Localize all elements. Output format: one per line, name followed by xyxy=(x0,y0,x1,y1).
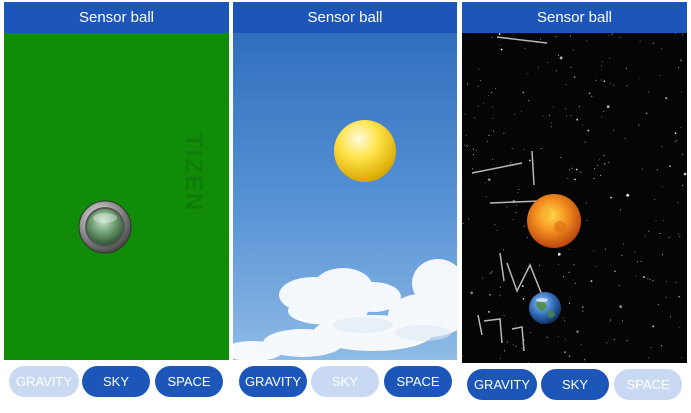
tizen-watermark: TIZEN xyxy=(180,133,207,213)
space-scene xyxy=(462,33,687,363)
app-title: Sensor ball xyxy=(78,9,155,26)
sky-scene xyxy=(233,33,457,360)
tab-space[interactable]: SPACE xyxy=(614,369,682,400)
earth-ball xyxy=(529,292,561,324)
panel-sky: Sensor ball GRAVITY SKY SPACE xyxy=(233,0,457,413)
panel-space: Sensor ball GRAVITY SKY SPACE xyxy=(462,0,687,413)
title-bar: Sensor ball xyxy=(233,2,457,33)
tab-gravity[interactable]: GRAVITY xyxy=(9,366,79,397)
app-title: Sensor ball xyxy=(307,9,383,26)
gravity-scene: TIZEN xyxy=(4,33,229,360)
sun-ball[interactable] xyxy=(526,193,582,249)
tab-sky[interactable]: SKY xyxy=(541,369,609,400)
app-title: Sensor ball xyxy=(536,9,613,26)
yellow-ball[interactable] xyxy=(333,119,397,183)
tab-space[interactable]: SPACE xyxy=(384,366,452,397)
tab-sky[interactable]: SKY xyxy=(82,366,150,397)
tab-gravity[interactable]: GRAVITY xyxy=(467,369,537,400)
metal-button-ball[interactable] xyxy=(78,200,132,254)
panel-gravity: Sensor ball TIZEN GRAVITY SKY SPACE xyxy=(4,0,229,413)
tab-gravity[interactable]: GRAVITY xyxy=(239,366,307,397)
clouds xyxy=(233,259,457,360)
title-bar: Sensor ball xyxy=(4,2,229,33)
title-bar: Sensor ball xyxy=(462,2,687,33)
tab-sky[interactable]: SKY xyxy=(311,366,379,397)
tab-space[interactable]: SPACE xyxy=(155,366,223,397)
